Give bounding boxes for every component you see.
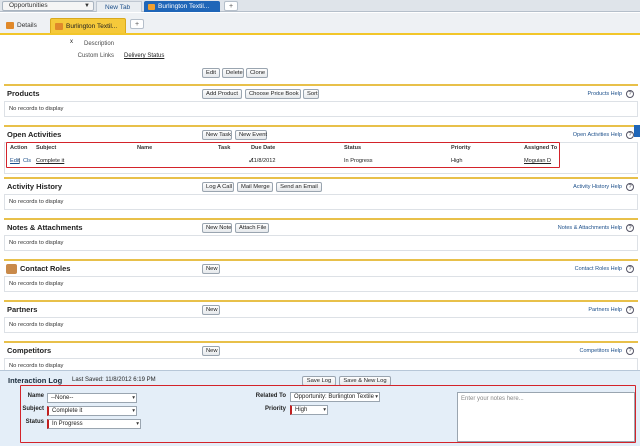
chevron-down-icon: ▾	[323, 407, 326, 413]
empty-message: No records to display	[4, 276, 638, 292]
new-partner-button[interactable]: New	[202, 305, 220, 315]
empty-message: No records to display	[4, 101, 638, 117]
subtab-details[interactable]: Details	[2, 18, 46, 33]
highlight-box	[6, 142, 560, 168]
clone-button[interactable]: Clone	[246, 68, 268, 78]
sort-button[interactable]: Sort	[303, 89, 319, 99]
delivery-status-link[interactable]: Delivery Status	[124, 53, 164, 59]
tab-burlington-label: Burlington Textil...	[158, 3, 210, 10]
subtab-record[interactable]: Burlington Textil... x	[50, 18, 126, 45]
edit-button[interactable]: Edit	[202, 68, 220, 78]
primary-tab-bar: Opportunities ▼ New Tab Burlington Texti…	[0, 0, 640, 12]
products-section: Products Add Product Choose Price Book S…	[4, 84, 638, 122]
help-link[interactable]: Activity History Help	[573, 184, 622, 190]
help-link[interactable]: Contact Roles Help	[575, 266, 622, 272]
status-label: Status	[25, 419, 44, 425]
notes-attachments-section: Notes & Attachments New Note Attach File…	[4, 218, 638, 256]
section-title: Products	[7, 89, 40, 98]
notes-textarea[interactable]: Enter your notes here...	[457, 392, 635, 442]
add-tab-button[interactable]: +	[224, 1, 238, 11]
section-title: Contact Roles	[20, 264, 71, 273]
chevron-down-icon: ▼	[84, 3, 90, 9]
empty-message: No records to display	[4, 235, 638, 251]
new-task-button[interactable]: New Task	[202, 130, 232, 140]
help-icon[interactable]: ?	[626, 347, 634, 355]
help-icon[interactable]: ?	[626, 224, 634, 232]
priority-label: Priority	[264, 406, 286, 412]
last-saved-text: Last Saved: 11/8/2012 6:19 PM	[72, 377, 156, 383]
section-title: Notes & Attachments	[7, 223, 83, 232]
empty-message: No records to display	[4, 317, 638, 333]
log-a-call-button[interactable]: Log A Call	[202, 182, 234, 192]
help-link[interactable]: Notes & Attachments Help	[558, 225, 622, 231]
chevron-down-icon: ▾	[132, 395, 135, 401]
partners-section: Partners New Partners Help ? No records …	[4, 300, 638, 338]
scrollbar-thumb[interactable]	[634, 125, 640, 137]
related-to-label: Related To	[255, 393, 286, 399]
name-select[interactable]: --None-- ▾	[47, 393, 137, 403]
name-select-value: --None--	[51, 395, 74, 401]
interaction-log-title: Interaction Log	[8, 376, 63, 385]
help-link[interactable]: Competitors Help	[580, 348, 623, 354]
name-label: Name	[27, 393, 44, 399]
related-to-select[interactable]: Opportunity: Burlington Textile ▾	[290, 392, 380, 402]
contact-roles-section: Contact Roles New Contact Roles Help ? N…	[4, 259, 638, 297]
attach-file-button[interactable]: Attach File	[235, 223, 269, 233]
add-subtab-button[interactable]: +	[130, 19, 144, 29]
subtab-record-label: Burlington Textil...	[66, 23, 118, 30]
subject-label: Subject	[22, 406, 44, 412]
related-to-select-value: Opportunity: Burlington Textile	[294, 394, 374, 400]
section-title: Open Activities	[7, 130, 62, 139]
help-icon[interactable]: ?	[626, 183, 634, 191]
app-selector-label: Opportunities	[9, 2, 48, 9]
status-select-value: In Progress	[52, 421, 83, 427]
choose-price-book-button[interactable]: Choose Price Book	[245, 89, 301, 99]
section-title: Activity History	[7, 182, 63, 191]
mail-merge-button[interactable]: Mail Merge	[237, 182, 273, 192]
help-icon[interactable]: ?	[626, 90, 634, 98]
subject-input-value: Complete it	[52, 408, 83, 414]
help-icon[interactable]: ?	[626, 265, 634, 273]
help-link[interactable]: Partners Help	[588, 307, 622, 313]
help-icon[interactable]: ?	[626, 131, 634, 139]
new-competitor-button[interactable]: New	[202, 346, 220, 356]
chevron-down-icon: ▾	[132, 408, 135, 414]
subtab-details-label: Details	[17, 22, 37, 29]
chevron-down-icon: ▾	[136, 421, 139, 427]
empty-message: No records to display	[4, 194, 638, 210]
subtab-bar: Details Burlington Textil... x +	[0, 13, 640, 45]
opportunity-icon	[6, 22, 14, 29]
tab-new-tab[interactable]: New Tab	[96, 1, 142, 12]
priority-select-value: High	[295, 407, 308, 413]
add-product-button[interactable]: Add Product	[202, 89, 242, 99]
description-label: Description	[83, 41, 114, 47]
help-link[interactable]: Products Help	[587, 91, 622, 97]
subject-input[interactable]: Complete it ▾	[47, 406, 137, 416]
competitors-section: Competitors New Competitors Help ? No re…	[4, 341, 638, 374]
new-event-button[interactable]: New Event	[235, 130, 267, 140]
new-note-button[interactable]: New Note	[202, 223, 232, 233]
tab-burlington[interactable]: Burlington Textil...	[144, 1, 220, 12]
chevron-down-icon: ▾	[375, 394, 378, 400]
help-link[interactable]: Open Activities Help	[573, 132, 622, 138]
section-title: Partners	[7, 305, 38, 314]
send-email-button[interactable]: Send an Email	[276, 182, 322, 192]
app-selector[interactable]: Opportunities ▼	[2, 1, 94, 11]
section-title: Competitors	[7, 346, 52, 355]
new-contact-role-button[interactable]: New	[202, 264, 220, 274]
status-select[interactable]: In Progress ▾	[47, 419, 141, 429]
opportunity-icon	[148, 4, 155, 10]
activity-history-section: Activity History Log A Call Mail Merge S…	[4, 177, 638, 215]
custom-links-label: Custom Links	[77, 53, 114, 59]
opportunity-icon	[55, 23, 63, 30]
delete-button[interactable]: Delete	[222, 68, 244, 78]
help-icon[interactable]: ?	[626, 306, 634, 314]
contact-roles-icon	[6, 264, 17, 274]
priority-select[interactable]: High ▾	[290, 405, 328, 415]
